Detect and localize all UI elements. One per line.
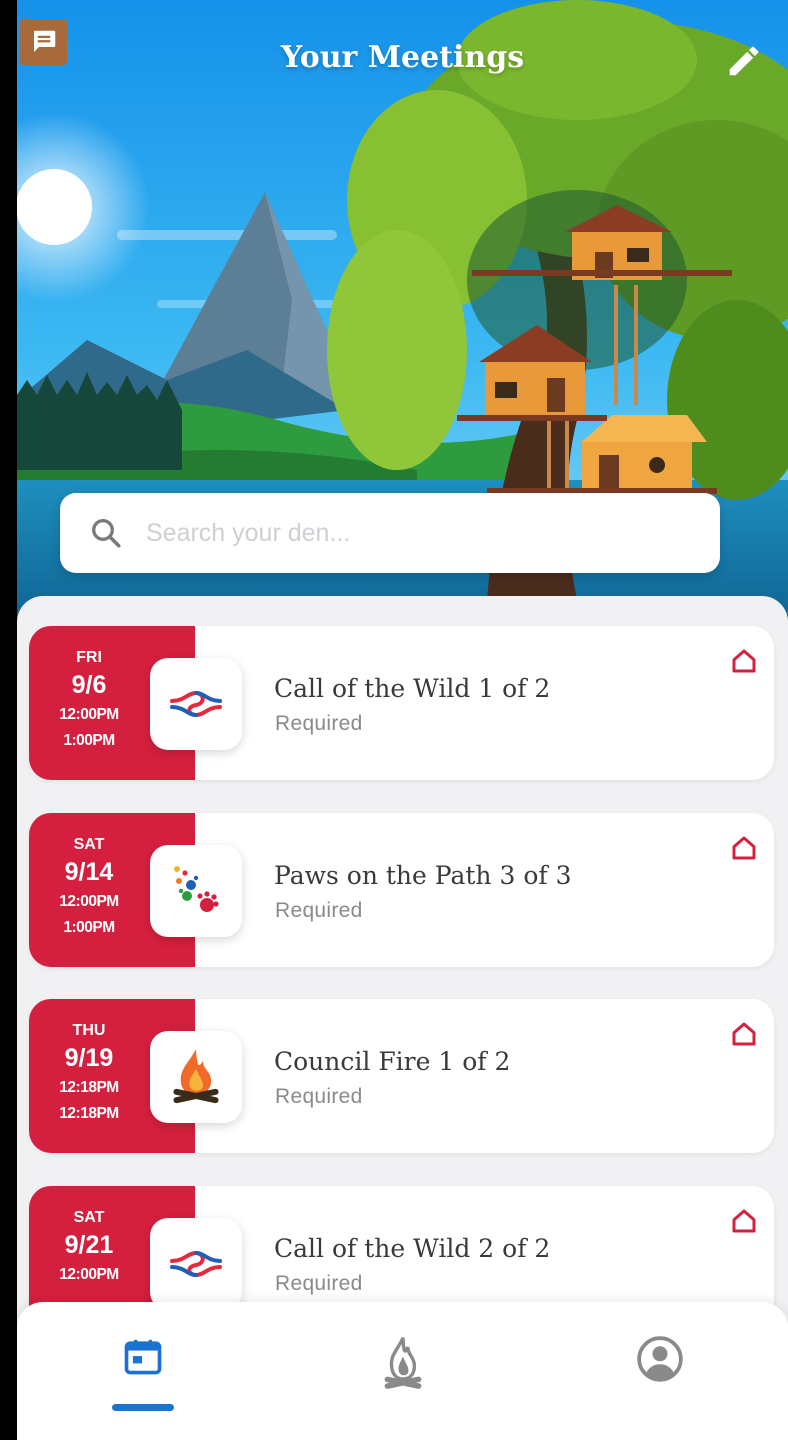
meeting-status: Required xyxy=(275,1085,363,1108)
nav-item-meetings[interactable] xyxy=(103,1334,183,1414)
meeting-title: Paws on the Path 3 of 3 xyxy=(274,861,572,890)
calendar-icon xyxy=(124,1339,162,1375)
meeting-start-time: 12:00PM xyxy=(59,1266,119,1283)
meeting-end-time: 12:18PM xyxy=(59,1105,119,1122)
meeting-card[interactable]: THU 9/19 12:18PM 12:18PM Council Fire 1 … xyxy=(29,999,774,1153)
nav-item-adventures[interactable] xyxy=(363,1334,443,1414)
campfire-icon xyxy=(384,1337,422,1389)
meeting-day-of-week: THU xyxy=(72,1022,106,1039)
meeting-start-time: 12:00PM xyxy=(59,706,119,723)
meeting-start-time: 12:00PM xyxy=(59,893,119,910)
meeting-icon-tile xyxy=(150,1218,242,1310)
meeting-status: Required xyxy=(275,1272,363,1295)
meeting-title: Call of the Wild 1 of 2 xyxy=(274,674,551,703)
meeting-date: 9/19 xyxy=(64,1044,114,1072)
meeting-day-of-week: SAT xyxy=(73,1209,105,1226)
knot-icon xyxy=(170,1250,222,1278)
nav-active-indicator xyxy=(112,1404,174,1411)
meeting-status: Required xyxy=(275,712,363,735)
app-screen: Your Meetings FRI 9/6 12:00PM 1:00PM xyxy=(17,0,788,1440)
knot-icon xyxy=(170,690,222,718)
meeting-icon-tile xyxy=(150,1031,242,1123)
home-icon[interactable] xyxy=(729,646,759,676)
edit-button[interactable] xyxy=(723,40,765,82)
meeting-start-time: 12:18PM xyxy=(59,1079,119,1096)
search-bar[interactable] xyxy=(60,493,720,573)
meeting-end-time: 1:00PM xyxy=(63,732,115,749)
paw-prints-icon xyxy=(174,866,219,912)
meeting-title: Call of the Wild 2 of 2 xyxy=(274,1234,551,1263)
meeting-date: 9/6 xyxy=(71,671,107,699)
home-icon[interactable] xyxy=(729,1206,759,1236)
home-icon[interactable] xyxy=(729,1019,759,1049)
search-icon xyxy=(92,519,121,548)
meeting-day-of-week: SAT xyxy=(73,836,105,853)
meeting-icon-tile xyxy=(150,658,242,750)
meeting-day-of-week: FRI xyxy=(76,649,102,666)
profile-icon xyxy=(637,1336,683,1382)
meeting-card[interactable]: FRI 9/6 12:00PM 1:00PM Call of the Wild … xyxy=(29,626,774,780)
meeting-date: 9/21 xyxy=(64,1231,114,1259)
pencil-icon xyxy=(729,46,759,76)
meeting-title: Council Fire 1 of 2 xyxy=(274,1047,511,1076)
home-icon[interactable] xyxy=(729,833,759,863)
meeting-card[interactable]: SAT 9/14 12:00PM 1:00PM Paws on the Path… xyxy=(29,813,774,967)
meeting-status: Required xyxy=(275,899,363,922)
meeting-end-time: 1:00PM xyxy=(63,919,115,936)
bottom-nav xyxy=(17,1302,788,1440)
page-title: Your Meetings xyxy=(280,40,525,75)
nav-item-profile[interactable] xyxy=(620,1334,700,1414)
campfire-icon xyxy=(173,1049,219,1104)
search-input[interactable] xyxy=(146,518,666,548)
meeting-icon-tile xyxy=(150,845,242,937)
meeting-date: 9/14 xyxy=(64,858,114,886)
